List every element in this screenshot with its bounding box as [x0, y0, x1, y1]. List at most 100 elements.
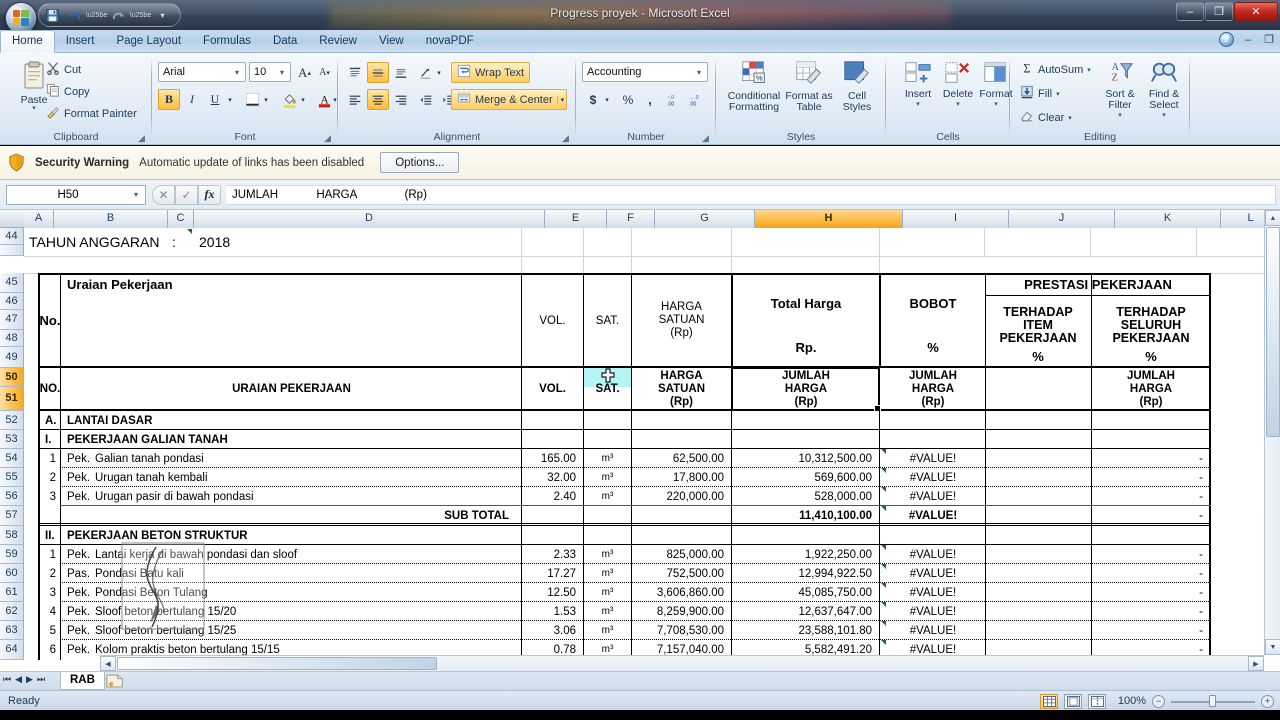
cell-H61-total[interactable]: 45,085,750.00: [733, 583, 875, 602]
column-header-G[interactable]: G: [655, 210, 755, 228]
cell-H59-total[interactable]: 1,922,250.00: [733, 545, 875, 564]
vertical-scrollbar[interactable]: ▲ ▼: [1264, 210, 1280, 655]
column-header-A[interactable]: A: [24, 210, 54, 228]
find-select-button[interactable]: Find & Select ▾: [1142, 59, 1186, 119]
page-layout-view-icon[interactable]: [1064, 693, 1082, 709]
tab-novapdf[interactable]: novaPDF: [415, 30, 485, 53]
cell-I59-bobot[interactable]: #VALUE!: [881, 545, 985, 564]
cell-B54-item-prefix[interactable]: Pek.: [64, 449, 90, 468]
cell-F60-sat[interactable]: m³: [584, 564, 631, 583]
cell-A52-section-no[interactable]: A.: [42, 411, 62, 430]
row-header-57[interactable]: 57: [0, 506, 24, 526]
column-header-K[interactable]: K: [1115, 210, 1221, 228]
cell-E55-vol[interactable]: 32.00: [522, 468, 579, 487]
font-dialog-launcher[interactable]: ◢: [324, 133, 334, 143]
row-header-47[interactable]: 47: [0, 310, 24, 330]
cell-E62-vol[interactable]: 1.53: [522, 602, 579, 621]
tab-page-layout[interactable]: Page Layout: [105, 30, 192, 53]
align-left-icon[interactable]: [344, 89, 366, 110]
chevron-down-icon[interactable]: ▾: [276, 68, 288, 77]
row-header-62[interactable]: 62: [0, 602, 24, 621]
cell-F63-sat[interactable]: m³: [584, 621, 631, 640]
cell-E61-vol[interactable]: 12.50: [522, 583, 579, 602]
align-middle-icon[interactable]: [367, 62, 389, 83]
cell-H60-total[interactable]: 12,994,922.50: [733, 564, 875, 583]
cell-G60-harga-satuan[interactable]: 752,500.00: [632, 564, 727, 583]
percent-style-button[interactable]: %: [617, 89, 639, 110]
cell-B53-subsection-desc[interactable]: PEKERJAAN GALIAN TANAH: [64, 430, 464, 449]
shrink-font-button[interactable]: A ▾: [315, 62, 334, 83]
autosum-dropdown-icon[interactable]: ▾: [1087, 66, 1091, 74]
cell-G59-harga-satuan[interactable]: 825,000.00: [632, 545, 727, 564]
cell-I49-bobot-unit[interactable]: %: [881, 336, 985, 358]
cell-B62-item-prefix[interactable]: Pek.: [64, 602, 90, 621]
row-header-63[interactable]: 63: [0, 621, 24, 640]
tab-home[interactable]: Home: [0, 30, 55, 53]
column-header-D[interactable]: D: [194, 210, 545, 228]
cell-K50-51-jumlah-harga[interactable]: JUMLAH HARGA (Rp): [1092, 368, 1210, 410]
cell-B64-item-prefix[interactable]: Pek.: [64, 640, 90, 659]
comma-style-button[interactable]: ,: [639, 89, 661, 110]
row-header-49[interactable]: 49: [0, 347, 24, 368]
cell-A53-subsection-no[interactable]: I.: [42, 430, 62, 449]
row-header-48[interactable]: 48: [0, 330, 24, 347]
cell-F61-sat[interactable]: m³: [584, 583, 631, 602]
cell-I50-51-jumlah-harga[interactable]: JUMLAH HARGA (Rp): [881, 368, 985, 410]
horizontal-scroll-thumb[interactable]: [117, 657, 437, 670]
cell-G45-49-harga-satuan[interactable]: HARGA SATUAN (Rp): [632, 273, 731, 368]
alignment-dialog-launcher[interactable]: ◢: [562, 133, 572, 143]
cell-B61-item-prefix[interactable]: Pek.: [64, 583, 90, 602]
column-header-B[interactable]: B: [54, 210, 168, 228]
increase-decimal-button[interactable]: ↑.0.00: [664, 89, 684, 110]
decrease-indent-icon[interactable]: [415, 89, 437, 110]
cell-B50-51-uraian-pekerjaan[interactable]: URAIAN PEKERJAAN: [62, 368, 521, 410]
cell-F56-sat[interactable]: m³: [584, 487, 631, 506]
row-header-51[interactable]: 51: [0, 387, 24, 411]
cell-I60-bobot[interactable]: #VALUE!: [881, 564, 985, 583]
cell-F54-sat[interactable]: m³: [584, 449, 631, 468]
cell-F55-sat[interactable]: m³: [584, 468, 631, 487]
underline-dropdown-icon[interactable]: ▾: [224, 89, 236, 110]
cell-A56-item-no[interactable]: 3: [40, 487, 59, 506]
cell-A45-49-no[interactable]: No.: [40, 273, 60, 368]
sort-filter-dropdown-icon[interactable]: ▾: [1118, 111, 1122, 119]
row-header-46[interactable]: 46: [0, 293, 24, 310]
cell-G56-harga-satuan[interactable]: 220,000.00: [632, 487, 727, 506]
horizontal-scrollbar[interactable]: ◀ ▶: [100, 655, 1264, 671]
clipboard-dialog-launcher[interactable]: ◢: [138, 133, 148, 143]
copy-button[interactable]: Copy: [46, 83, 90, 100]
row-header-56[interactable]: 56: [0, 487, 24, 506]
cell-K55-seluruh[interactable]: -: [1092, 468, 1206, 487]
row-header-60[interactable]: 60: [0, 564, 24, 583]
cell-D55-item-desc[interactable]: Urugan tanah kembali: [92, 468, 512, 487]
help-icon[interactable]: ?: [1219, 32, 1234, 47]
format-painter-button[interactable]: Format Painter: [46, 105, 137, 122]
row-header-55[interactable]: 55: [0, 468, 24, 487]
cell-G55-harga-satuan[interactable]: 17,800.00: [632, 468, 727, 487]
cell-G50-51-harga-satuan[interactable]: HARGA SATUAN (Rp): [632, 368, 731, 410]
row-header-54[interactable]: 54: [0, 449, 24, 468]
wrap-text-button[interactable]: Wrap Text: [451, 62, 531, 83]
autosum-button[interactable]: Σ AutoSum ▾: [1020, 61, 1091, 78]
cell-E50-51-vol[interactable]: VOL.: [522, 368, 583, 410]
cell-B60-item-prefix[interactable]: Pas.: [64, 564, 90, 583]
chevron-down-icon[interactable]: ▾: [231, 68, 243, 77]
conditional-formatting-button[interactable]: % Conditional Formatting: [724, 59, 784, 113]
page-break-view-icon[interactable]: [1088, 693, 1106, 709]
clear-dropdown-icon[interactable]: ▾: [1068, 114, 1072, 122]
underline-button[interactable]: U: [204, 89, 226, 110]
merge-center-button[interactable]: Merge & Center ▾: [451, 89, 568, 110]
insert-worksheet-icon[interactable]: [105, 673, 127, 690]
scroll-down-button[interactable]: ▼: [1265, 639, 1280, 655]
cell-E63-vol[interactable]: 3.06: [522, 621, 579, 640]
sort-filter-button[interactable]: AZ Sort & Filter ▾: [1098, 59, 1142, 119]
delete-dropdown-icon[interactable]: ▾: [956, 100, 960, 108]
cell-I54-bobot[interactable]: #VALUE!: [881, 449, 985, 468]
fill-dropdown-icon[interactable]: ▾: [1056, 90, 1060, 98]
cell-B56-item-prefix[interactable]: Pek.: [64, 487, 90, 506]
zoom-in-button[interactable]: +: [1261, 694, 1274, 708]
fill-button[interactable]: Fill ▾: [1020, 85, 1060, 102]
cell-I55-bobot[interactable]: #VALUE!: [881, 468, 985, 487]
cell-H63-total[interactable]: 23,588,101.80: [733, 621, 875, 640]
column-header-H[interactable]: H: [755, 210, 903, 228]
